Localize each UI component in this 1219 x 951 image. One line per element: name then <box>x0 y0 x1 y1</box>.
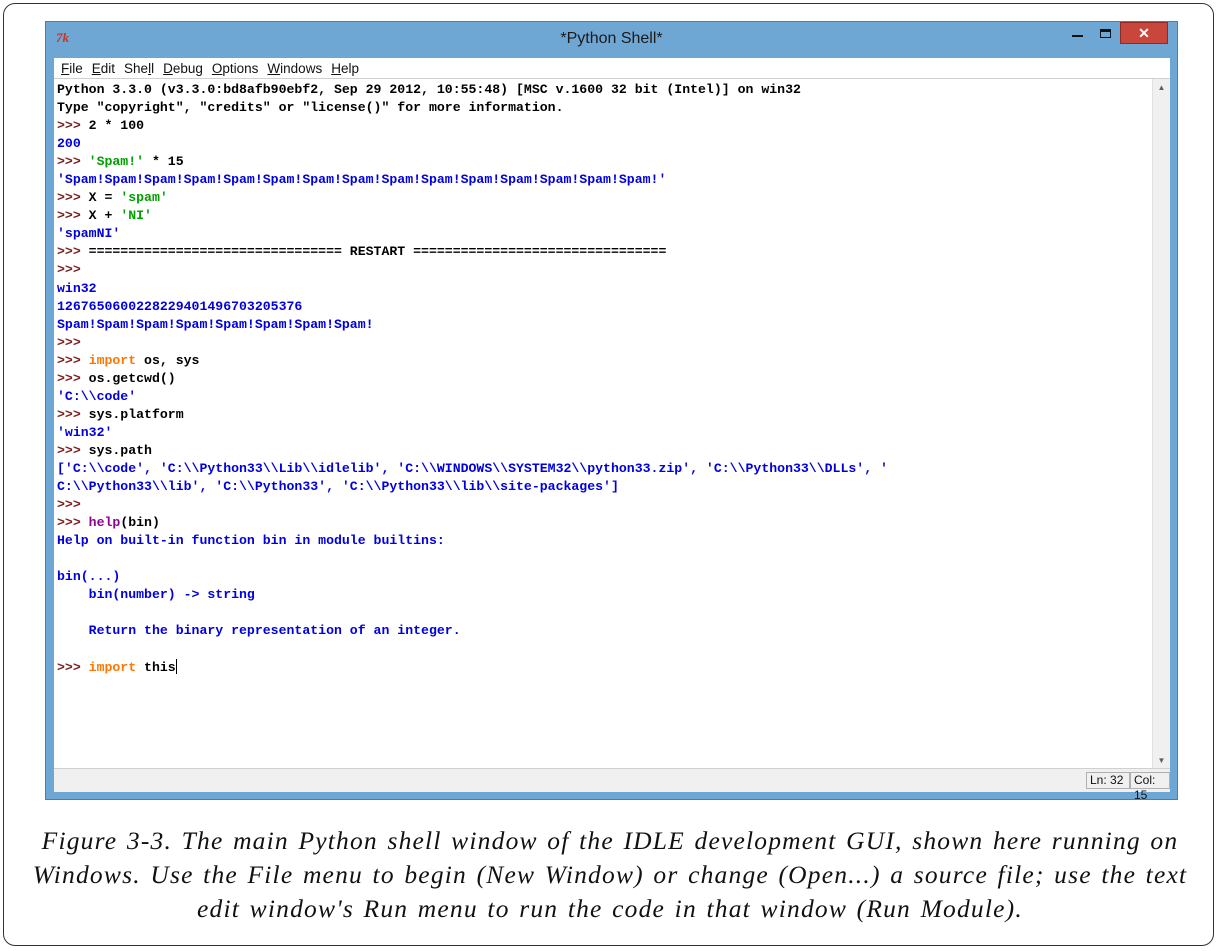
window-title: *Python Shell* <box>560 30 663 47</box>
maximize-icon <box>1099 28 1111 38</box>
shell-line: Python 3.3.0 (v3.3.0:bd8afb90ebf2, Sep 2… <box>57 82 801 97</box>
line-number-status: Ln: 32 <box>1086 772 1130 789</box>
text-cursor <box>175 658 178 674</box>
shell-line: >>> import os, sys <box>57 352 200 368</box>
shell-client-area: Python 3.3.0 (v3.3.0:bd8afb90ebf2, Sep 2… <box>54 78 1170 769</box>
shell-line: >>> X + 'NI' <box>57 208 152 224</box>
shell-line: >>> 2 * 100 <box>57 118 145 134</box>
shell-line: ['C:\\code', 'C:\\Python33\\Lib\\idlelib… <box>57 460 888 476</box>
menu-shell[interactable]: Shell <box>124 61 154 76</box>
shell-line: C:\\Python33\\lib', 'C:\\Python33', 'C:\… <box>57 479 619 495</box>
shell-line: 1267650600228229401496703205376 <box>57 298 303 314</box>
scroll-down-arrow-icon[interactable]: ▼ <box>1153 752 1170 769</box>
shell-line: >>> help(bin) <box>57 515 160 531</box>
shell-line: 'C:\\code' <box>57 388 137 404</box>
shell-line: win32 <box>57 280 97 296</box>
shell-line: 'win32' <box>57 424 113 440</box>
menu-bar: File Edit Shell Debug Options Windows Help <box>54 58 1170 78</box>
shell-line: >>> <box>57 334 89 350</box>
shell-line: bin(number) -> string <box>57 587 255 603</box>
menu-edit[interactable]: Edit <box>92 61 115 76</box>
vertical-scrollbar[interactable]: ▲ ▼ <box>1152 79 1170 769</box>
shell-line: >>> <box>57 497 89 513</box>
close-button[interactable]: ✕ <box>1120 22 1168 44</box>
shell-line: >>> X = 'spam' <box>57 190 168 206</box>
shell-line: >>> <box>57 262 89 278</box>
shell-line: >>> 'Spam!' * 15 <box>57 154 184 170</box>
figure-caption: Figure 3-3. The main Python shell window… <box>32 826 1188 923</box>
shell-line: >>> ================================ RES… <box>57 244 667 260</box>
shell-line: Help on built-in function bin in module … <box>57 533 445 549</box>
idle-shell-window: 7k *Python Shell* ✕ File Edit Shell Debug Op… <box>45 21 1178 802</box>
menu-options[interactable]: Options <box>212 61 259 76</box>
menu-windows[interactable]: Windows <box>267 61 322 76</box>
scroll-up-arrow-icon[interactable]: ▲ <box>1153 79 1170 96</box>
minimize-button[interactable] <box>1063 22 1091 44</box>
title-bar[interactable]: 7k *Python Shell* ✕ <box>46 22 1177 58</box>
shell-line: bin(...) <box>57 569 121 585</box>
maximize-button[interactable] <box>1091 22 1119 44</box>
shell-line: Type "copyright", "credits" or "license(… <box>57 100 564 116</box>
shell-line: >>> import this <box>57 658 178 675</box>
shell-line: Spam!Spam!Spam!Spam!Spam!Spam!Spam!Spam! <box>57 316 374 332</box>
column-number-status: Col: 15 <box>1130 772 1170 802</box>
status-bar: Ln: 32 Col: 15 <box>54 768 1170 802</box>
shell-text-area[interactable]: Python 3.3.0 (v3.3.0:bd8afb90ebf2, Sep 2… <box>54 79 1152 769</box>
shell-line: 200 <box>57 136 81 152</box>
shell-line: >>> sys.path <box>57 442 152 458</box>
menu-help[interactable]: Help <box>331 61 359 76</box>
menu-file[interactable]: File <box>61 61 83 76</box>
shell-line: 'Spam!Spam!Spam!Spam!Spam!Spam!Spam!Spam… <box>57 172 667 188</box>
shell-line: Return the binary representation of an i… <box>57 623 461 639</box>
shell-line: >>> sys.platform <box>57 406 184 422</box>
close-icon: ✕ <box>1138 24 1150 41</box>
shell-line: >>> os.getcwd() <box>57 370 176 386</box>
minimize-icon <box>1071 35 1083 37</box>
menu-debug[interactable]: Debug <box>163 61 203 76</box>
shell-line: 'spamNI' <box>57 226 121 242</box>
